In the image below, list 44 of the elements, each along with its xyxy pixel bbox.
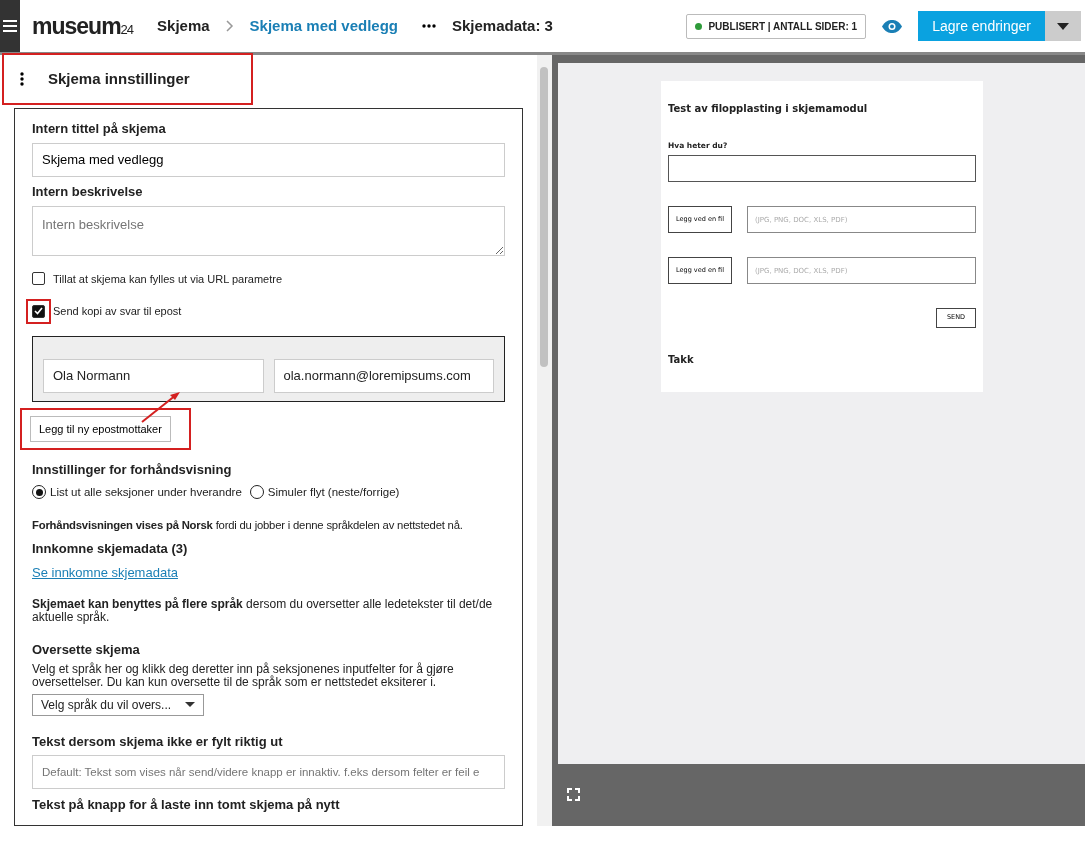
field-label: Intern beskrivelse — [32, 183, 144, 202]
breadcrumb-link[interactable]: Skjema — [157, 14, 210, 38]
checkbox[interactable] — [32, 272, 45, 286]
form-data-count[interactable]: Skjemadata: 3 — [452, 14, 553, 38]
radio-label: Simuler flyt (neste/forrige) — [267, 484, 400, 500]
field-label: Intern tittel på skjema — [32, 120, 167, 138]
status-text: PUBLISERT | ANTALL SIDER: 1 — [708, 19, 858, 34]
incoming-data-link[interactable]: Se innkomne skjemadata — [32, 564, 178, 580]
logo: museum24 — [32, 11, 134, 41]
description-textarea[interactable]: Intern beskrivelse — [32, 205, 505, 256]
language-select[interactable]: Velg språk du vil overs... — [32, 693, 204, 716]
checkbox-label: Tillat at skjema kan fylles ut via URL parametre — [53, 271, 283, 287]
menu-icon — [3, 20, 17, 32]
preview-name-input[interactable] — [668, 155, 976, 183]
kebab-icon[interactable] — [20, 72, 24, 86]
breadcrumb-link[interactable]: Skjema med vedlegg — [249, 14, 398, 38]
scrollbar[interactable] — [537, 55, 552, 826]
section-heading: Innkomne skjemadata (3) — [32, 540, 189, 559]
field-label: Tekst på knapp for å laste inn tomt skjema på nytt — [32, 796, 341, 815]
translate-help-text: Velg et språk her og klikk deg deretter inn på seksjonenes inputfelter for å gjøre oversettelser. Du kan kun oversette til de språk som er nettstedet eksiterer i. — [32, 663, 455, 689]
field-label: Tekst dersom skjema ikke er fylt riktig ut — [32, 732, 284, 751]
preview-title: Test av filopplasting i skjemamodul — [668, 102, 869, 116]
caret-icon — [185, 702, 195, 708]
panel-title: Skjema innstillinger — [48, 68, 190, 89]
email-input[interactable]: ola.normann@loremipsums.com — [273, 358, 494, 393]
annotation-arrow — [140, 389, 182, 424]
dropdown-button[interactable] — [1045, 11, 1081, 41]
language-note: Forhåndsvisningen vises på Norsk fordi du jobber i denne språkdelen av nettstedet nå. — [32, 517, 464, 533]
eye-icon[interactable] — [882, 19, 903, 33]
thanks-heading: Takk — [668, 353, 695, 368]
radio-label: List ut alle seksjoner under hverandre — [50, 484, 242, 500]
chevron-icon — [225, 20, 234, 32]
section-heading: Oversette skjema — [32, 640, 141, 659]
title-input[interactable]: Skjema med vedlegg — [32, 142, 505, 177]
more-icon[interactable] — [422, 24, 436, 28]
name-input[interactable]: Ola Normann — [43, 358, 264, 393]
add-recipient-button[interactable]: Legg til ny epostmottaker — [30, 415, 171, 443]
menu-button[interactable] — [0, 0, 20, 52]
section-heading: Innstillinger for forhåndsvisning — [32, 461, 233, 480]
caret-icon — [1057, 22, 1069, 30]
multilanguage-note: Skjemaet kan benyttes på flere språk dersom du oversetter alle ledetekster til det/de aktuelle språk. — [32, 598, 494, 624]
checkbox-label: Send kopi av svar til epost — [53, 304, 182, 320]
fullscreen-icon[interactable] — [567, 788, 580, 802]
error-text-input[interactable]: Default: Tekst som vises når send/videre knapp er innaktiv. f.eks dersom felter er feil e — [32, 755, 505, 790]
